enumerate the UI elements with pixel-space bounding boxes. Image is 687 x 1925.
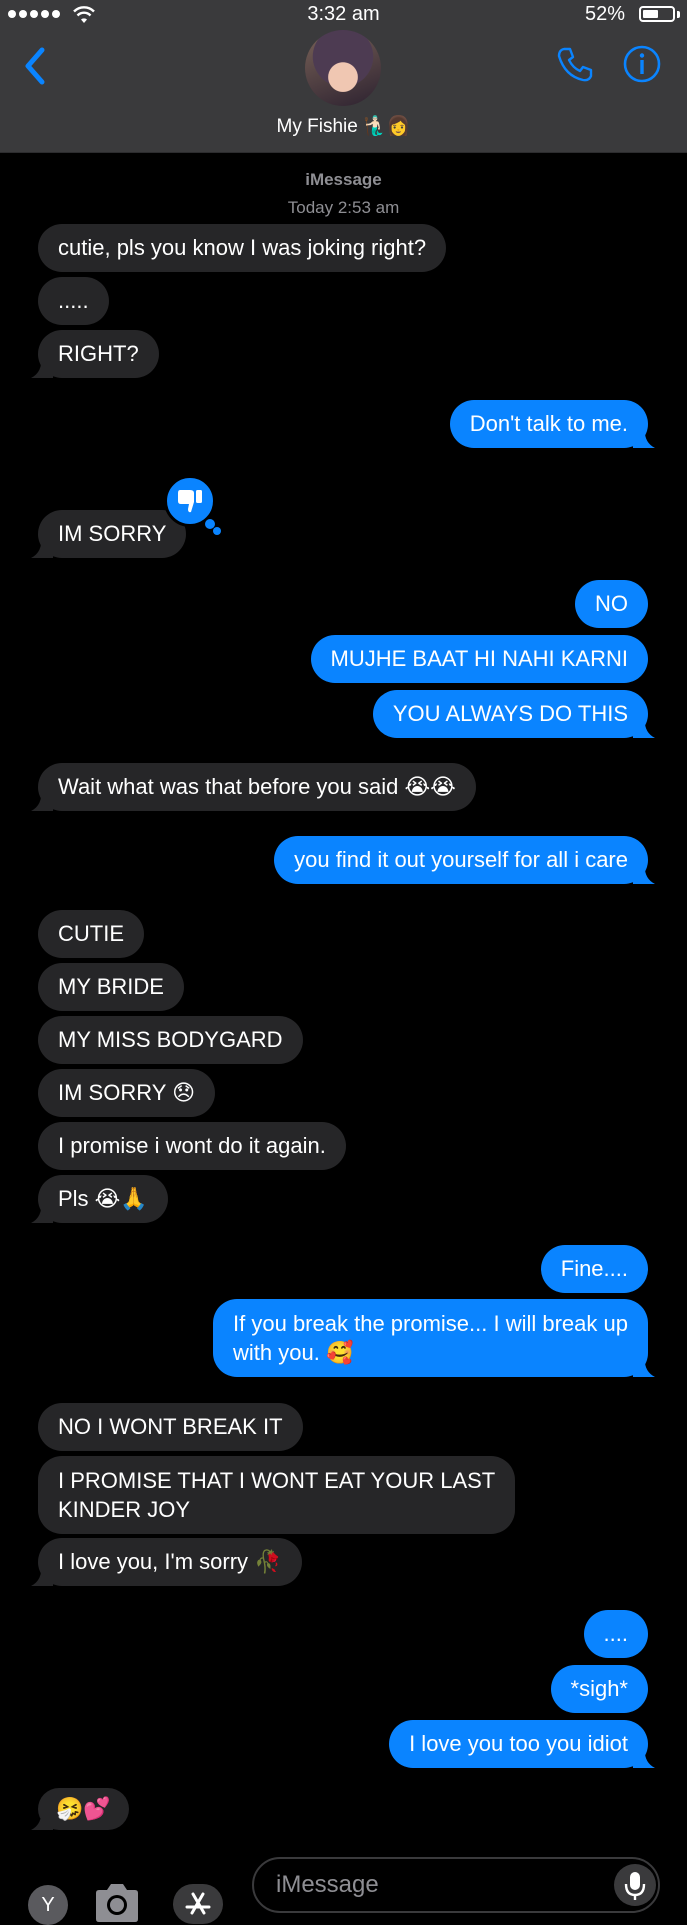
bubble-tail [633,862,655,884]
received-message[interactable]: NO I WONT BREAK IT [38,1403,303,1451]
message-text: Wait what was that before you said 😭😭 [58,774,456,799]
message-text: I promise i wont do it again. [58,1133,326,1158]
phone-icon[interactable] [555,44,595,84]
sent-message[interactable]: .... [583,1610,648,1658]
message-text: you find it out yourself for all i care [294,847,628,872]
received-message[interactable]: IM SORRY [31,510,187,558]
contact-avatar[interactable] [305,30,381,106]
sent-message[interactable]: MUJHE BAAT HI NAHI KARNI [310,635,648,683]
message-text: IM SORRY [58,521,167,546]
message-text: .... [603,1621,628,1646]
bubble-tail [31,1201,53,1223]
received-message[interactable]: CUTIE [38,910,144,958]
received-message[interactable]: Pls 😭🙏 [31,1175,168,1223]
microphone-button[interactable] [614,1864,656,1906]
message-text-line: I PROMISE THAT I WONT EAT YOUR LAST [58,1468,496,1493]
imessage-input[interactable] [252,1857,660,1913]
message-text: Don't talk to me. [469,411,628,436]
message-text: 🤧💕 [56,1796,111,1821]
sent-message[interactable]: you find it out yourself for all i care [274,836,655,884]
received-message[interactable]: IM SORRY 😞 [38,1069,216,1117]
message-text: CUTIE [58,921,124,946]
tapback-dot [213,527,221,535]
received-message[interactable]: MY MISS BODYGARD [38,1016,303,1064]
status-time: 3:32 am [307,3,380,25]
received-message[interactable]: RIGHT? [31,330,159,378]
camera-icon[interactable] [92,1881,142,1925]
sent-message[interactable]: Don't talk to me. [449,400,655,448]
bubble-tail [31,1808,53,1830]
message-text-line: with you. 🥰 [233,1340,354,1365]
received-message[interactable]: cutie, pls you know I was joking right? [38,224,447,272]
battery-level-fill [643,10,658,18]
message-text: MY MISS BODYGARD [58,1027,283,1052]
contact-name[interactable]: My Fishie 🧜🏻‍♂️👩 [0,114,687,138]
sent-message[interactable]: YOU ALWAYS DO THIS [372,690,655,738]
bubble-tail [633,426,655,448]
message-text: YOU ALWAYS DO THIS [392,701,628,726]
conversation-header: My Fishie 🧜🏻‍♂️👩 [0,30,687,153]
message-text: NO I WONT BREAK IT [58,1414,283,1439]
bubble-tail [31,536,53,558]
bubble-tail [633,1355,655,1377]
sent-message[interactable]: Fine.... [540,1245,648,1293]
message-text: MY BRIDE [58,974,164,999]
message-text: MUJHE BAAT HI NAHI KARNI [330,646,628,671]
service-label: iMessage [305,170,382,189]
message-text: NO [595,591,628,616]
bubble-tail [31,1564,53,1586]
message-text: I love you, I'm sorry 🥀 [58,1549,282,1574]
message-text: RIGHT? [58,341,139,366]
received-message[interactable]: Wait what was that before you said 😭😭 [31,763,476,811]
message-text: Fine.... [560,1256,628,1281]
message-text-line: If you break the promise... I will break… [233,1311,628,1336]
battery-percentage: 52% [584,3,625,25]
microphone-icon [624,1872,646,1900]
bubble-tail [633,1746,655,1768]
bubble-tail [633,716,655,738]
sent-message[interactable]: NO [575,580,648,628]
status-bar: 3:32 am 52% [0,0,687,30]
message-text: *sigh* [570,1676,628,1701]
received-message[interactable]: I love you, I'm sorry 🥀 [31,1538,302,1586]
message-text-line: KINDER JOY [58,1497,191,1522]
battery-icon [639,6,675,22]
message-text: IM SORRY 😞 [58,1080,196,1105]
bubble-tail [31,789,53,811]
conversation-timestamp: Today 2:53 am [287,198,400,217]
sent-message[interactable]: *sigh* [550,1665,648,1713]
info-icon[interactable] [622,44,662,84]
message-text: ..... [58,288,89,313]
message-text: I love you too you idiot [409,1731,628,1756]
bubble-tail [31,356,53,378]
received-message[interactable]: ..... [38,277,109,325]
message-text: Pls 😭🙏 [58,1186,148,1211]
received-message[interactable]: I PROMISE THAT I WONT EAT YOUR LAST KIND… [38,1456,516,1534]
received-message[interactable]: 🤧💕 [31,1788,129,1830]
received-message[interactable]: I promise i wont do it again. [38,1122,346,1170]
sent-message[interactable]: I love you too you idiot [389,1720,655,1768]
sent-message[interactable]: If you break the promise... I will break… [213,1299,655,1377]
app-drawer-y-button[interactable]: Y [28,1885,68,1925]
received-message[interactable]: MY BRIDE [38,963,184,1011]
back-chevron-icon[interactable] [20,44,52,88]
app-store-icon[interactable] [172,1883,224,1925]
message-text: cutie, pls you know I was joking right? [58,235,427,260]
battery-cap [677,11,680,18]
